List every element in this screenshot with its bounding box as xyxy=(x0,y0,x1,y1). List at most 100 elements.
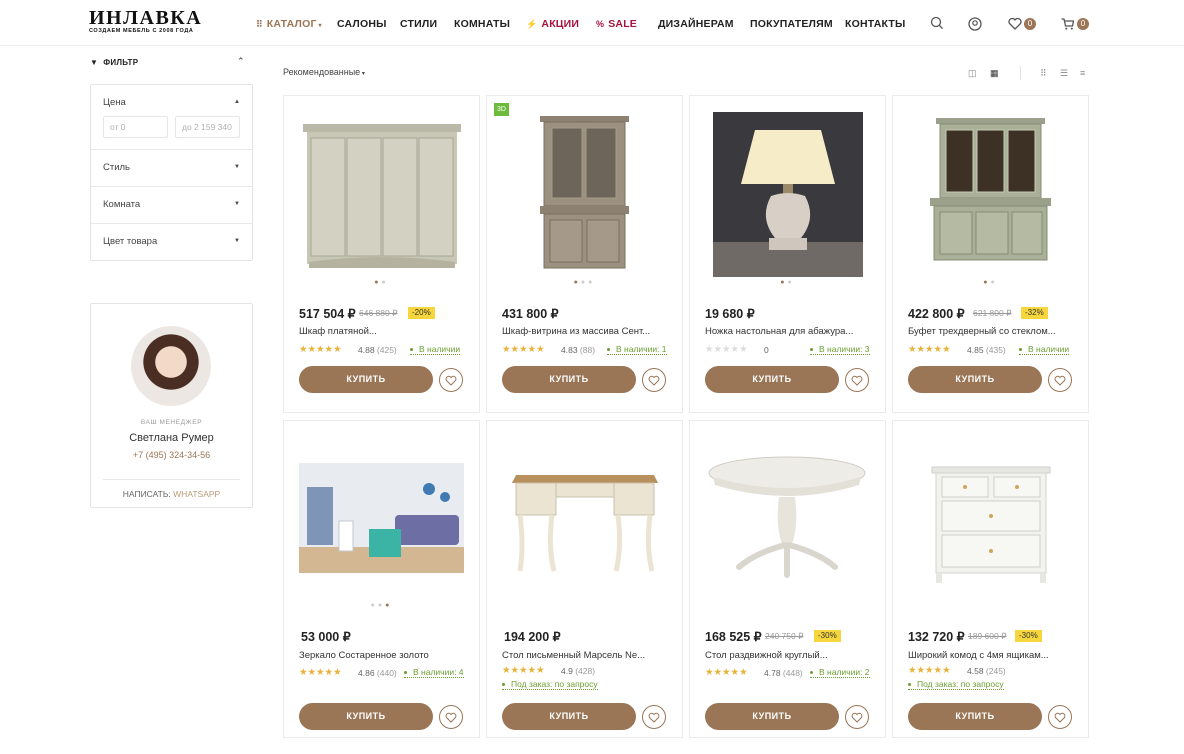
product-image[interactable] xyxy=(299,437,464,602)
heart-icon[interactable] xyxy=(1007,16,1023,32)
image-dots[interactable]: ●●● xyxy=(487,279,682,286)
status-dot xyxy=(607,348,610,352)
rating-stars: ★★★★★ xyxy=(908,665,951,676)
user-icon[interactable] xyxy=(967,16,983,32)
stock-status[interactable]: В наличии xyxy=(410,344,461,355)
add-to-favorites-button[interactable] xyxy=(1048,705,1072,729)
product-card[interactable]: ●● 422 800 ₽ 621 800 ₽ -32% Буфет трехдв… xyxy=(892,95,1089,413)
product-name[interactable]: Стол раздвижной круглый... xyxy=(705,650,875,661)
buy-button[interactable]: КУПИТЬ xyxy=(908,366,1042,393)
product-card[interactable]: 168 525 ₽ 240 750 ₽ -30% Стол раздвижной… xyxy=(689,420,886,738)
buy-button[interactable]: КУПИТЬ xyxy=(705,703,839,730)
filter-color[interactable]: Цвет товара ▼ xyxy=(91,223,252,260)
product-card[interactable]: 194 200 ₽ Стол письменный Марсель Ne... … xyxy=(486,420,683,738)
nav-promotions[interactable]: ⚡ АКЦИИ xyxy=(526,18,579,30)
filter-price[interactable]: Цена ▲ от 0 до 2 159 340 xyxy=(91,85,252,149)
manager-phone[interactable]: +7 (495) 324-34-56 xyxy=(91,450,252,460)
buy-button[interactable]: КУПИТЬ xyxy=(299,703,433,730)
product-card[interactable]: ●● 517 504 ₽ 646 880 ₽ -20% Шкаф платяно… xyxy=(283,95,480,413)
product-name[interactable]: Буфет трехдверный со стеклом... xyxy=(908,326,1078,337)
buy-button[interactable]: КУПИТЬ xyxy=(908,703,1042,730)
buy-button[interactable]: КУПИТЬ xyxy=(502,366,636,393)
add-to-favorites-button[interactable] xyxy=(642,705,666,729)
grid-view-icon[interactable]: ⠿ xyxy=(1040,68,1047,79)
status-dot xyxy=(502,683,505,687)
product-name[interactable]: Шкаф-витрина из массива Сент... xyxy=(502,326,672,337)
product-image[interactable] xyxy=(713,112,863,277)
product-name[interactable]: Шкаф платяной... xyxy=(299,326,469,337)
favorites-count-badge: 0 xyxy=(1024,18,1036,30)
write-whatsapp-link[interactable]: НАПИСАТЬ: WHATSAPP xyxy=(91,489,252,499)
product-name[interactable]: Широкий комод с 4мя ящикам... xyxy=(908,650,1078,661)
product-price: 431 800 ₽ xyxy=(502,307,559,321)
cart-icon[interactable] xyxy=(1060,16,1076,32)
product-image[interactable] xyxy=(502,112,667,277)
product-card[interactable]: 132 720 ₽ 189 600 ₽ -30% Широкий комод с… xyxy=(892,420,1089,738)
heart-icon xyxy=(1054,712,1066,723)
product-card[interactable]: ●●● 53 000 ₽ Зеркало Состаренное золото … xyxy=(283,420,480,738)
filter-room[interactable]: Комната ▼ xyxy=(91,186,252,223)
chevron-up-icon[interactable]: ⌃ xyxy=(237,56,245,67)
image-dots[interactable]: ●● xyxy=(690,279,885,286)
rating-stars: ★★★★★ xyxy=(299,344,342,355)
product-image[interactable] xyxy=(299,112,464,277)
stock-label: В наличии: 4 xyxy=(413,667,464,677)
add-to-favorites-button[interactable] xyxy=(845,368,869,392)
stock-status[interactable]: В наличии xyxy=(1019,344,1070,355)
nav-salons[interactable]: САЛОНЫ xyxy=(337,18,387,30)
nav-rooms[interactable]: КОМНАТЫ xyxy=(454,18,510,30)
product-name[interactable]: Ножка настольная для абажура... xyxy=(705,326,875,337)
buy-button[interactable]: КУПИТЬ xyxy=(299,366,433,393)
order-status[interactable]: Под заказ: по запросу xyxy=(502,679,598,690)
product-name[interactable]: Зеркало Состаренное золото xyxy=(299,650,469,661)
heart-icon xyxy=(851,712,863,723)
buy-button[interactable]: КУПИТЬ xyxy=(502,703,636,730)
review-count: (440) xyxy=(376,668,397,678)
add-to-favorites-button[interactable] xyxy=(642,368,666,392)
stock-status[interactable]: В наличии: 3 xyxy=(810,344,870,355)
add-to-favorites-button[interactable] xyxy=(439,368,463,392)
stock-status[interactable]: В наличии: 2 xyxy=(810,667,870,678)
product-image[interactable] xyxy=(705,437,870,602)
add-to-favorites-button[interactable] xyxy=(845,705,869,729)
heart-icon xyxy=(445,375,457,386)
product-name[interactable]: Стол письменный Марсель Ne... xyxy=(502,650,672,661)
filter-style[interactable]: Стиль ▼ xyxy=(91,149,252,186)
product-card[interactable]: ●● 19 680 ₽ Ножка настольная для абажура… xyxy=(689,95,886,413)
add-to-favorites-button[interactable] xyxy=(1048,368,1072,392)
nav-catalog[interactable]: ⠿ КАТАЛОГ ▾ xyxy=(256,18,322,30)
price-from-input[interactable]: от 0 xyxy=(103,116,168,138)
write-prefix: НАПИСАТЬ: xyxy=(122,489,171,499)
image-dots[interactable]: ●● xyxy=(284,279,479,286)
nav-sale[interactable]: % SALE xyxy=(596,18,637,30)
buy-button[interactable]: КУПИТЬ xyxy=(705,366,839,393)
image-dots[interactable]: ●●● xyxy=(284,602,479,609)
product-image[interactable] xyxy=(908,112,1073,277)
table-view-icon[interactable]: ≡ xyxy=(1080,68,1085,78)
product-image[interactable] xyxy=(908,437,1073,602)
grid-icon: ⠿ xyxy=(256,19,263,29)
image-dots[interactable]: ●● xyxy=(893,279,1088,286)
stock-label: В наличии: 3 xyxy=(819,344,870,354)
view-large-icon[interactable]: ▦ xyxy=(990,68,999,79)
add-to-favorites-button[interactable] xyxy=(439,705,463,729)
nav-designers[interactable]: ДИЗАЙНЕРАМ xyxy=(658,18,734,30)
sort-dropdown[interactable]: Рекомендованные ▾ xyxy=(283,67,365,77)
nav-contacts[interactable]: КОНТАКТЫ xyxy=(845,18,905,30)
rating-stars: ★★★★★ xyxy=(705,344,748,355)
nav-customers[interactable]: ПОКУПАТЕЛЯМ xyxy=(750,18,833,30)
list-view-icon[interactable]: ☰ xyxy=(1060,68,1068,79)
status-dot xyxy=(1019,348,1022,352)
price-to-input[interactable]: до 2 159 340 xyxy=(175,116,240,138)
search-icon[interactable] xyxy=(929,15,945,31)
view-compact-icon[interactable]: ◫ xyxy=(968,68,977,79)
product-card[interactable]: 3D ●●● 431 800 ₽ Шкаф-витрина из массива… xyxy=(486,95,683,413)
stock-status[interactable]: В наличии: 1 xyxy=(607,344,667,355)
logo[interactable]: ИНЛАВКА СОЗДАЕМ МЕБЕЛЬ С 2008 ГОДА xyxy=(89,8,219,34)
stock-status[interactable]: В наличии: 4 xyxy=(404,667,464,678)
product-image[interactable] xyxy=(502,437,667,602)
review-count: (245) xyxy=(985,666,1006,676)
nav-styles[interactable]: СТИЛИ xyxy=(400,18,437,30)
order-status[interactable]: Под заказ: по запросу xyxy=(908,679,1004,690)
filter-header[interactable]: ▼ ФИЛЬТР xyxy=(90,58,138,67)
